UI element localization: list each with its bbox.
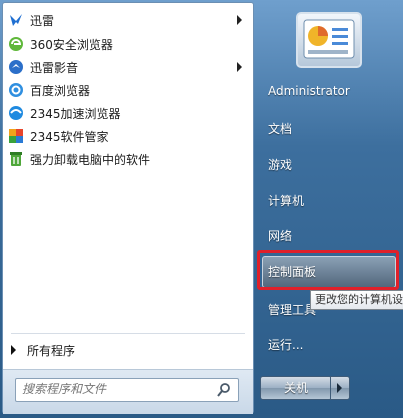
control-panel-icon <box>303 19 355 59</box>
right-item-computer[interactable]: 计算机 <box>268 192 388 214</box>
program-item-baidu-browser[interactable]: 百度浏览器 <box>6 79 248 101</box>
program-label: 迅雷影音 <box>30 61 79 75</box>
submenu-arrow-icon <box>237 15 242 25</box>
right-item-run[interactable]: 运行... <box>268 336 388 358</box>
program-item-2345-software-manager[interactable]: 2345软件管家 <box>6 125 248 147</box>
shutdown-options-button[interactable] <box>330 376 350 400</box>
program-item-360-browser[interactable]: 360安全浏览器 <box>6 33 248 55</box>
right-item-network[interactable]: 网络 <box>268 227 388 249</box>
program-label: 2345加速浏览器 <box>30 107 121 121</box>
xunlei-player-icon <box>9 60 23 74</box>
all-programs-button[interactable]: 所有程序 <box>7 339 247 361</box>
program-item-2345-browser[interactable]: 2345加速浏览器 <box>6 102 248 124</box>
program-label: 迅雷 <box>30 14 55 28</box>
right-item-administrator[interactable]: Administrator <box>268 84 388 106</box>
right-item-documents[interactable]: 文档 <box>268 120 388 142</box>
program-label: 2345软件管家 <box>30 130 109 144</box>
search-input[interactable] <box>16 379 212 399</box>
start-menu: 迅雷 360安全浏览器 迅雷影音 百度浏览器 2345加速浏览器 2345软件管… <box>0 0 403 418</box>
2345-software-manager-icon <box>9 129 23 143</box>
programs-pane: 迅雷 360安全浏览器 迅雷影音 百度浏览器 2345加速浏览器 2345软件管… <box>2 2 254 414</box>
search-area <box>3 369 253 414</box>
program-item-xunlei-player[interactable]: 迅雷影音 <box>6 56 248 78</box>
right-item-games[interactable]: 游戏 <box>268 156 388 178</box>
all-programs-label: 所有程序 <box>27 344 76 358</box>
user-picture[interactable] <box>296 12 362 68</box>
search-icon[interactable] <box>216 382 232 398</box>
baidu-browser-icon <box>9 83 23 97</box>
submenu-arrow-icon <box>237 62 242 72</box>
uninstall-icon <box>10 152 22 166</box>
separator <box>11 333 245 334</box>
xunlei-bird-icon <box>10 14 22 26</box>
chevron-right-icon <box>337 383 342 393</box>
tooltip: 更改您的计算机设 <box>310 290 403 310</box>
annotation-highlight-box <box>257 250 399 290</box>
search-box[interactable] <box>15 378 239 402</box>
program-label: 360安全浏览器 <box>30 38 113 52</box>
program-item-xunlei[interactable]: 迅雷 <box>6 9 248 31</box>
program-item-uninstall[interactable]: 强力卸载电脑中的软件 <box>6 148 248 170</box>
program-label: 百度浏览器 <box>30 84 91 98</box>
expand-arrow-icon <box>11 345 16 355</box>
2345-browser-icon <box>9 106 23 120</box>
program-label: 强力卸载电脑中的软件 <box>30 153 151 167</box>
360-browser-icon <box>9 37 23 51</box>
shutdown-button[interactable]: 关机 <box>260 376 332 400</box>
